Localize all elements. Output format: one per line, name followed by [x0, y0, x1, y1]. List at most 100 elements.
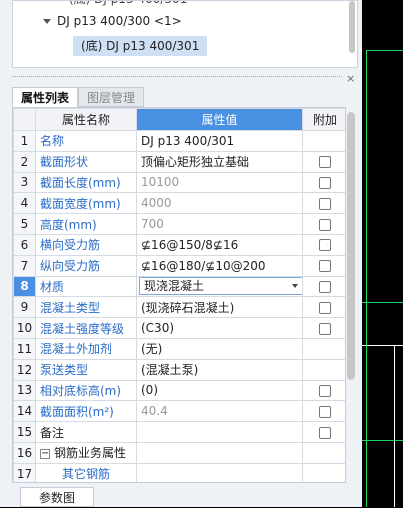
chevron-down-icon[interactable]	[292, 284, 298, 289]
property-name: 截面长度(mm)	[35, 171, 137, 194]
property-name: 混凝土类型	[35, 296, 137, 319]
row-index: 8	[13, 275, 36, 298]
table-row[interactable]: 9 混凝土类型 (现浇碎石混凝土)	[13, 296, 345, 319]
property-name: 混凝土强度等级	[35, 317, 137, 339]
property-grid: 属性名称 属性值 附加 1 名称 DJ p13 400/301 2 截面形状 顶…	[12, 107, 346, 483]
table-row-group[interactable]: 16 − 钢筋业务属性	[13, 441, 345, 464]
property-value[interactable]: DJ p13 400/301	[136, 130, 303, 152]
table-row[interactable]: 2 截面形状 顶偏心矩形独立基础	[13, 150, 345, 173]
canvas-line	[366, 50, 403, 51]
row-index: 12	[13, 358, 36, 381]
property-name: 泵送类型	[35, 358, 137, 381]
property-value[interactable]: 顶偏心矩形独立基础	[136, 150, 303, 173]
extra-checkbox[interactable]	[319, 301, 331, 314]
property-value[interactable]: 40.4	[136, 400, 303, 423]
extra-checkbox[interactable]	[319, 218, 331, 231]
row-index: 6	[13, 233, 36, 256]
canvas-line	[362, 345, 403, 346]
extra-cell	[302, 275, 345, 298]
header-extra: 附加	[302, 108, 345, 131]
property-name: 备注	[35, 421, 137, 443]
table-row[interactable]: 1 名称 DJ p13 400/301	[13, 130, 345, 152]
tab-properties[interactable]: 属性列表	[12, 87, 79, 107]
property-value: 现浇混凝土	[136, 275, 303, 298]
property-table: 属性名称 属性值 附加 1 名称 DJ p13 400/301 2 截面形状 顶…	[13, 108, 345, 482]
extra-cell	[302, 130, 345, 152]
drawing-canvas[interactable]	[362, 0, 403, 507]
extra-checkbox[interactable]	[319, 322, 331, 335]
extra-cell	[302, 171, 345, 194]
property-value[interactable]: (C30)	[136, 317, 303, 339]
tab-parameter-diagram[interactable]: 参数图	[20, 487, 94, 507]
row-index: 13	[13, 379, 36, 402]
tree-item-partial[interactable]: (底) DJ p13 400/301	[69, 1, 187, 9]
tree-item-selected[interactable]: (底) DJ p13 400/301	[73, 36, 208, 56]
row-index: 5	[13, 213, 36, 235]
table-row-selected[interactable]: 8 材质 现浇混凝土	[13, 275, 345, 298]
property-value[interactable]: (0)	[136, 379, 303, 402]
extra-checkbox[interactable]	[319, 405, 331, 418]
extra-checkbox[interactable]	[319, 260, 331, 273]
property-group-name: − 钢筋业务属性	[35, 441, 137, 464]
extra-checkbox[interactable]	[319, 384, 331, 397]
canvas-line	[394, 345, 395, 507]
property-name: 相对底标高(m)	[35, 379, 137, 402]
property-value[interactable]: ⊈16@150/8⊈16	[136, 233, 303, 256]
tab-layers[interactable]: 图层管理	[78, 87, 145, 107]
table-row[interactable]: 12 泵送类型 (混凝土泵)	[13, 358, 345, 381]
expand-caret-icon[interactable]	[43, 19, 51, 24]
table-row[interactable]: 11 混凝土外加剂 (无)	[13, 337, 345, 360]
row-index: 2	[13, 150, 36, 173]
extra-cell	[302, 192, 345, 215]
property-value[interactable]: 4000	[136, 192, 303, 215]
property-value[interactable]: (混凝土泵)	[136, 358, 303, 381]
table-row[interactable]: 14 截面面积(m²) 40.4	[13, 400, 345, 423]
header-value: 属性值	[136, 108, 303, 131]
table-row[interactable]: 6 横向受力筋 ⊈16@150/8⊈16	[13, 233, 345, 256]
property-grid-scrollbar[interactable]	[347, 112, 355, 380]
property-value[interactable]	[136, 421, 303, 443]
property-value[interactable]: 10100	[136, 171, 303, 194]
extra-checkbox[interactable]	[319, 176, 331, 189]
material-select[interactable]: 现浇混凝土	[139, 277, 302, 296]
row-index: 11	[13, 337, 36, 360]
material-select-value: 现浇混凝土	[144, 279, 205, 294]
tree-scrollbar[interactable]	[349, 1, 355, 53]
extra-cell	[302, 379, 345, 402]
extra-cell	[302, 441, 345, 464]
collapse-icon[interactable]: −	[40, 448, 50, 459]
table-row[interactable]: 7 纵向受力筋 ⊈16@180/⊈10@200	[13, 254, 345, 277]
component-tree: (底) DJ p13 400/301 DJ p13 400/300 <1> (底…	[12, 0, 358, 68]
property-value[interactable]: (无)	[136, 337, 303, 360]
property-value[interactable]: ⊈16@180/⊈10@200	[136, 254, 303, 277]
property-value[interactable]: (现浇碎石混凝土)	[136, 296, 303, 319]
table-header: 属性名称 属性值 附加	[13, 108, 345, 131]
close-icon[interactable]: ×	[346, 72, 355, 85]
extra-cell	[302, 337, 345, 360]
row-index: 14	[13, 400, 36, 423]
extra-checkbox[interactable]	[319, 239, 331, 252]
row-index: 4	[13, 192, 36, 215]
property-value[interactable]: 700	[136, 213, 303, 235]
extra-checkbox[interactable]	[319, 197, 331, 210]
extra-cell	[302, 233, 345, 256]
row-index: 15	[13, 421, 36, 443]
property-name: 纵向受力筋	[35, 254, 137, 277]
property-group-label: 钢筋业务属性	[54, 446, 127, 461]
extra-cell	[302, 421, 345, 443]
extra-checkbox[interactable]	[319, 280, 331, 293]
extra-cell	[302, 254, 345, 277]
extra-checkbox[interactable]	[319, 426, 331, 439]
table-row[interactable]: 15 备注	[13, 421, 345, 443]
extra-checkbox[interactable]	[319, 156, 331, 169]
table-row[interactable]: 10 混凝土强度等级 (C30)	[13, 317, 345, 339]
property-value[interactable]	[136, 462, 303, 482]
table-row[interactable]: 17 其它钢筋	[13, 462, 345, 482]
canvas-line	[362, 302, 403, 303]
table-row[interactable]: 4 截面宽度(mm) 4000	[13, 192, 345, 215]
tree-item-parent[interactable]: DJ p13 400/300 <1>	[43, 11, 182, 31]
table-row[interactable]: 5 高度(mm) 700	[13, 213, 345, 235]
canvas-line	[362, 440, 403, 441]
table-row[interactable]: 13 相对底标高(m) (0)	[13, 379, 345, 402]
table-row[interactable]: 3 截面长度(mm) 10100	[13, 171, 345, 194]
